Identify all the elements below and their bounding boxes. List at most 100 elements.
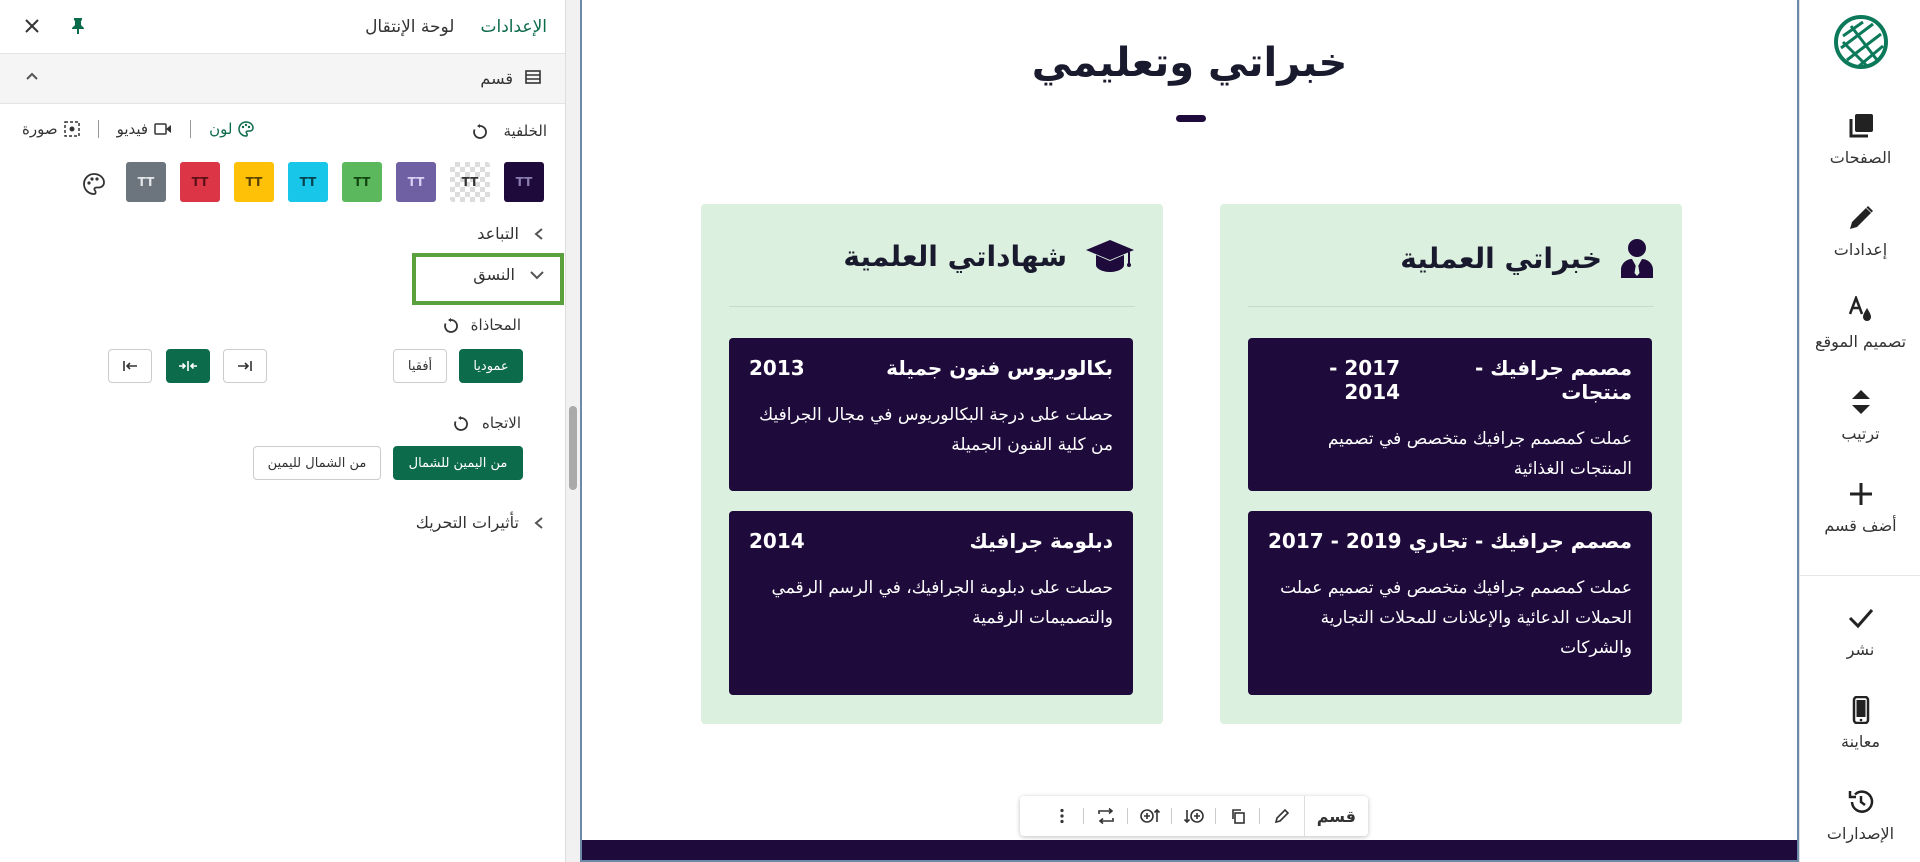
- card-years: 2019 - 2017: [1268, 529, 1402, 553]
- layout-label: النسق: [473, 265, 515, 284]
- edit-icon[interactable]: [1260, 796, 1304, 836]
- spacing-toggle[interactable]: التباعد: [477, 224, 545, 243]
- swatch-purple[interactable]: TT: [396, 162, 436, 202]
- divider: [97, 120, 99, 138]
- page-title[interactable]: خبراتي وتعليمي: [582, 40, 1797, 86]
- chevron-down-icon: [530, 270, 544, 279]
- pin-icon[interactable]: [66, 14, 90, 38]
- animation-label: تأثيرات التحريك: [415, 513, 519, 532]
- chevron-left-icon: [534, 227, 543, 240]
- rail-design[interactable]: تصميم الموقع: [1800, 296, 1920, 351]
- scroll-thumb[interactable]: [569, 406, 577, 490]
- swap-icon[interactable]: [1084, 796, 1128, 836]
- history-icon: [1848, 790, 1873, 813]
- experience-header: خبراتي العملية: [1400, 238, 1654, 278]
- experience-card[interactable]: مصمم جرافيك - منتجات 2017 - 2014 عملت كم…: [1248, 338, 1652, 491]
- section-title: قسم: [480, 69, 513, 88]
- rtl-button[interactable]: من اليمين للشمال: [393, 446, 523, 480]
- experience-card[interactable]: مصمم جرافيك - تجاري 2019 - 2017 عملت كمص…: [1248, 511, 1652, 695]
- custom-color-palette-icon[interactable]: [82, 172, 106, 196]
- card-title: بكالوريوس فنون جميلة: [886, 356, 1113, 380]
- swatch-transparent[interactable]: TT: [450, 162, 490, 202]
- palette-icon: [238, 121, 255, 137]
- rail-design-label: تصميم الموقع: [1814, 332, 1907, 351]
- align-center-button[interactable]: [166, 349, 210, 383]
- layout-toggle[interactable]: النسق: [473, 265, 545, 284]
- rail-add-section[interactable]: أضف قسم: [1800, 480, 1920, 535]
- color-swatches: TT TT TT TT TT TT TT TT: [126, 162, 544, 202]
- page-canvas: خبراتي وتعليمي خبراتي العملية مصمم جرافي…: [580, 0, 1799, 862]
- user-tie-icon: [1621, 239, 1653, 278]
- card-years: 2013: [749, 356, 805, 380]
- tab-navigator[interactable]: لوحة الإنتقال: [365, 17, 454, 37]
- swatch-glyph: TT: [299, 175, 317, 189]
- settings-panel: الإعدادات لوحة الإنتقال قسم الخلفية صورة: [0, 0, 566, 862]
- add-above-icon[interactable]: [1128, 796, 1172, 836]
- rail-pages[interactable]: الصفحات: [1800, 112, 1920, 167]
- reset-icon[interactable]: [443, 318, 459, 334]
- reset-icon[interactable]: [472, 124, 488, 140]
- swatch-gray[interactable]: TT: [126, 162, 166, 202]
- bg-type-video[interactable]: فيديو: [117, 120, 173, 138]
- swatch-glyph: TT: [137, 175, 155, 189]
- align-end-button[interactable]: [223, 349, 267, 383]
- swatch-glyph: TT: [353, 175, 371, 189]
- rail-versions-label: الإصدارات: [1826, 824, 1895, 843]
- section-toolbar-label: قسم: [1303, 796, 1368, 836]
- swatch-yellow[interactable]: TT: [234, 162, 274, 202]
- pages-icon: [1849, 114, 1873, 138]
- tab-settings[interactable]: الإعدادات: [480, 17, 547, 37]
- chevron-up-icon[interactable]: [24, 68, 40, 88]
- rail-arrange[interactable]: ترتيب: [1800, 388, 1920, 443]
- rail-settings-label: إعدادات: [1833, 240, 1888, 259]
- align-start-button[interactable]: [108, 349, 152, 383]
- video-icon: [154, 123, 172, 135]
- align-end-icon: [238, 361, 252, 371]
- education-card[interactable]: دبلومة جرافيك 2014 حصلت على دبلومة الجرا…: [729, 511, 1133, 695]
- rail-preview[interactable]: معاينة: [1800, 696, 1920, 751]
- rail-versions[interactable]: الإصدارات: [1800, 788, 1920, 843]
- alignment-label: المحاذاة: [470, 316, 521, 334]
- card-years: 2014: [749, 529, 805, 553]
- divider: [1800, 575, 1920, 576]
- card-title: مصمم جرافيك - تجاري: [1408, 529, 1632, 553]
- duplicate-icon[interactable]: [1216, 796, 1260, 836]
- swatch-glyph: TT: [191, 175, 209, 189]
- education-column[interactable]: شهاداتي العلمية بكالوريوس فنون جميلة 201…: [701, 204, 1163, 724]
- more-icon[interactable]: [1040, 796, 1084, 836]
- horizontal-button[interactable]: أفقيا: [393, 349, 447, 383]
- swatch-red[interactable]: TT: [180, 162, 220, 202]
- swatch-dark-purple[interactable]: TT: [504, 162, 544, 202]
- card-description: حصلت على درجة البكالوريوس في مجال الجراف…: [759, 405, 1113, 455]
- bg-type-color[interactable]: لون: [209, 120, 255, 138]
- swatch-glyph: TT: [461, 175, 479, 189]
- animation-toggle[interactable]: تأثيرات التحريك: [416, 513, 545, 532]
- reset-icon[interactable]: [453, 416, 469, 432]
- education-header: شهاداتي العلمية: [843, 238, 1135, 274]
- swatch-cyan[interactable]: TT: [288, 162, 328, 202]
- rail-add-section-label: أضف قسم: [1824, 516, 1897, 535]
- direction-label: الاتجاه: [481, 414, 521, 432]
- panel-scrollbar[interactable]: [566, 0, 580, 862]
- education-card[interactable]: بكالوريوس فنون جميلة 2013 حصلت على درجة …: [729, 338, 1133, 491]
- swatch-glyph: TT: [515, 175, 533, 189]
- rail-publish[interactable]: نشر: [1800, 604, 1920, 659]
- divider: [729, 306, 1135, 307]
- site-logo[interactable]: [1800, 14, 1920, 70]
- card-description: عملت كمصمم جرافيك متخصص في تصميم المنتجا…: [1327, 429, 1632, 479]
- divider: [190, 120, 192, 138]
- close-icon[interactable]: [20, 14, 44, 38]
- card-description: حصلت على دبلومة الجرافيك، في الرسم الرقم…: [771, 578, 1113, 628]
- bg-type-image[interactable]: صورة: [22, 120, 80, 138]
- vertical-button[interactable]: عموديا: [459, 349, 523, 383]
- experience-column[interactable]: خبراتي العملية مصمم جرافيك - منتجات 2017…: [1220, 204, 1682, 724]
- swatch-green[interactable]: TT: [342, 162, 382, 202]
- section-header[interactable]: قسم: [0, 54, 565, 104]
- add-below-icon[interactable]: [1172, 796, 1216, 836]
- rail-settings[interactable]: إعدادات: [1800, 204, 1920, 259]
- card-years: 2017 - 2014: [1329, 356, 1401, 404]
- panel-header: الإعدادات لوحة الإنتقال: [0, 0, 565, 54]
- ltr-button[interactable]: من الشمال لليمين: [253, 446, 381, 480]
- card-title: مصمم جرافيك - منتجات: [1474, 356, 1632, 404]
- card-title: دبلومة جرافيك: [969, 529, 1113, 553]
